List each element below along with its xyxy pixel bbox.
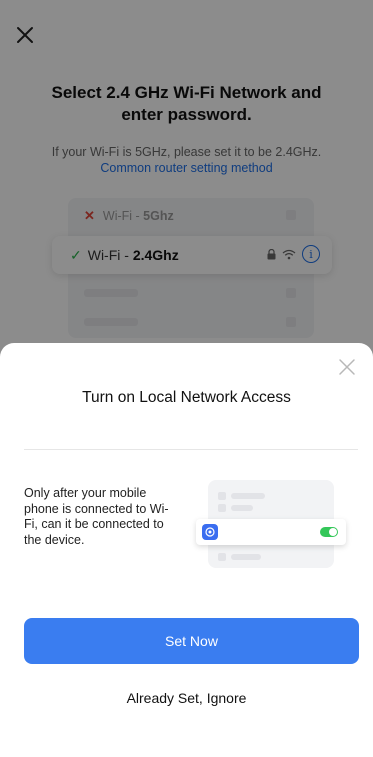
- sheet-title: Turn on Local Network Access: [82, 389, 291, 406]
- toggle-on-icon: [320, 527, 338, 537]
- placeholder-bar: [231, 505, 253, 511]
- placeholder-icon: [218, 492, 226, 500]
- placeholder-icon: [218, 504, 226, 512]
- already-set-ignore-link[interactable]: Already Set, Ignore: [0, 690, 373, 706]
- sheet-description: Only after your mobile phone is connecte…: [24, 486, 169, 547]
- divider: [24, 449, 358, 450]
- placeholder-bar: [231, 493, 265, 499]
- placeholder-bar: [231, 554, 261, 560]
- close-icon[interactable]: [337, 357, 357, 377]
- placeholder-icon: [218, 553, 226, 561]
- local-network-sheet: Turn on Local Network Access Only after …: [0, 343, 373, 757]
- set-now-button[interactable]: Set Now: [24, 618, 359, 664]
- app-icon: [202, 524, 218, 540]
- illustration-app-row: [196, 519, 346, 545]
